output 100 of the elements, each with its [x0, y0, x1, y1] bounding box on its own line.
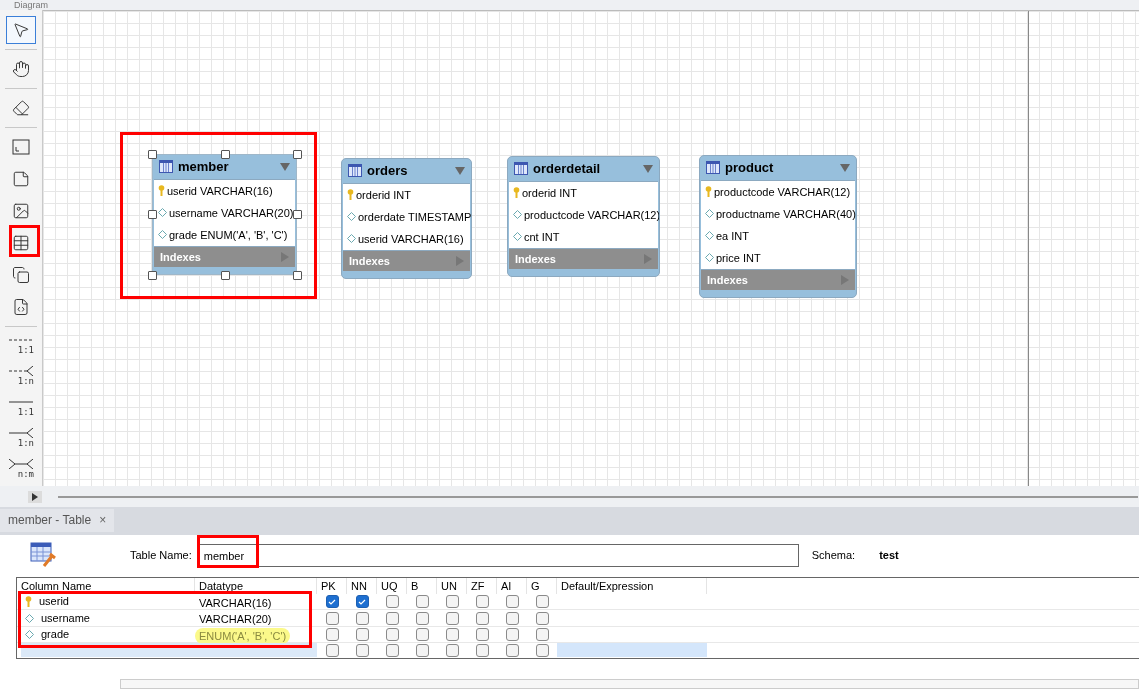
column-header[interactable]: B: [407, 578, 437, 594]
diagram-title: Diagram: [14, 0, 48, 10]
checkbox[interactable]: [535, 595, 549, 609]
checkbox[interactable]: [475, 628, 489, 642]
resize-handle[interactable]: [293, 210, 302, 220]
layer-icon: [12, 138, 30, 155]
pointer-tool[interactable]: [6, 15, 36, 44]
table-icon: [514, 162, 528, 176]
checkbox[interactable]: [535, 628, 549, 642]
checkbox[interactable]: [475, 595, 489, 609]
resize-handle[interactable]: [220, 149, 230, 159]
entity-table[interactable]: orderdetail orderid INT productcode VARCHAR(12) cnt INT Indexes: [507, 155, 660, 277]
table-icon: [706, 161, 720, 175]
entity-table[interactable]: member userid VARCHAR(16) username VARCHAR(20) grade ENUM('A', 'B', 'C') Indexes: [152, 153, 297, 275]
checkbox[interactable]: [385, 595, 399, 609]
checkbox[interactable]: [385, 611, 399, 625]
column-header[interactable]: PK: [317, 578, 347, 594]
check-icon: [328, 598, 336, 605]
column-header[interactable]: ZF: [467, 578, 497, 594]
entity-table[interactable]: product productcode VARCHAR(12) productname VARCHAR(40) ea INT price INT Indexes: [699, 154, 857, 298]
dropdown-icon: [280, 162, 290, 171]
scrollbar-track[interactable]: [120, 679, 1139, 689]
close-icon[interactable]: ×: [99, 511, 107, 530]
resize-handle[interactable]: [220, 270, 230, 280]
column-header[interactable]: NN: [347, 578, 377, 594]
checkbox[interactable]: [505, 628, 519, 642]
column-label: ea INT: [716, 228, 749, 244]
table-name-field[interactable]: member: [198, 544, 799, 568]
checkbox[interactable]: [355, 628, 369, 642]
checkbox[interactable]: [505, 595, 519, 609]
editor-tab[interactable]: member - Table ×: [0, 509, 115, 532]
entity-name: orderdetail: [533, 160, 601, 179]
pointer-icon: [12, 20, 30, 39]
checkbox[interactable]: [325, 611, 339, 625]
checkbox[interactable]: [445, 628, 459, 642]
resize-handle[interactable]: [293, 149, 302, 159]
column-label: userid VARCHAR(16): [358, 231, 464, 247]
table-icon: [159, 160, 173, 174]
checkbox[interactable]: [385, 628, 399, 642]
table-name-label: Table Name:: [130, 547, 192, 563]
relationship-tool[interactable]: 1:1: [6, 329, 36, 361]
table-cell-text: username: [41, 611, 90, 626]
table-cell-text: VARCHAR(20): [198, 612, 273, 628]
checkbox[interactable]: [475, 611, 489, 625]
column-header[interactable]: G: [527, 578, 557, 594]
checkbox[interactable]: [445, 644, 459, 657]
checkbox[interactable]: [355, 644, 369, 657]
checkbox[interactable]: [385, 644, 399, 657]
checkbox[interactable]: [535, 644, 549, 657]
relationship-icon: [9, 459, 33, 470]
checkbox[interactable]: [535, 611, 549, 625]
scroll-button[interactable]: [28, 490, 42, 503]
column-label: price INT: [716, 250, 761, 266]
checkbox[interactable]: [325, 595, 339, 609]
entity-name: member: [178, 158, 229, 177]
checkbox[interactable]: [325, 644, 339, 657]
checkbox[interactable]: [505, 644, 519, 657]
checkbox[interactable]: [355, 595, 369, 609]
resize-handle[interactable]: [148, 149, 157, 159]
checkbox[interactable]: [415, 595, 429, 609]
eraser-icon: [12, 98, 30, 117]
resize-handle[interactable]: [148, 270, 157, 280]
checkbox[interactable]: [325, 628, 339, 642]
indexes-label: Indexes: [349, 253, 390, 269]
relationship-icon: [9, 366, 33, 377]
resize-handle[interactable]: [293, 270, 302, 280]
relationship-tool[interactable]: n:m: [6, 453, 36, 485]
column-header[interactable]: AI: [497, 578, 527, 594]
routine-icon: [12, 297, 30, 316]
table-icon: [348, 164, 362, 178]
column-header[interactable]: Default/Expression: [557, 578, 707, 594]
column-header[interactable]: Datatype: [195, 578, 317, 594]
column-label: productname VARCHAR(40): [716, 206, 856, 222]
column-label: orderid INT: [356, 187, 412, 203]
indexes-label: Indexes: [707, 272, 748, 288]
table-cell-text: grade: [41, 627, 70, 643]
play-icon: [32, 492, 38, 501]
checkbox[interactable]: [355, 611, 369, 625]
checkbox[interactable]: [415, 611, 429, 625]
checkbox[interactable]: [475, 644, 489, 657]
relationship-tool[interactable]: 1:n: [6, 360, 36, 392]
entity-table[interactable]: orders orderid INT orderdate TIMESTAMP userid VARCHAR(16) Indexes: [341, 157, 472, 279]
entity-name: product: [725, 159, 774, 178]
checkbox[interactable]: [415, 644, 429, 657]
checkbox[interactable]: [445, 595, 459, 609]
relationship-tool[interactable]: 1:n: [6, 422, 36, 454]
checkbox[interactable]: [445, 611, 459, 625]
note-icon: [12, 169, 30, 188]
column-header[interactable]: Column Name: [17, 578, 195, 594]
relationship-tool[interactable]: 1:1: [6, 391, 36, 423]
tables-icon: [12, 265, 30, 284]
default-cell[interactable]: [557, 643, 707, 658]
checkbox[interactable]: [505, 611, 519, 625]
dropdown-icon: [643, 164, 653, 173]
column-label: productcode VARCHAR(12): [714, 184, 851, 200]
table-icon: [12, 233, 30, 252]
column-header[interactable]: UQ: [377, 578, 407, 594]
resize-handle[interactable]: [148, 210, 157, 220]
column-header[interactable]: UN: [437, 578, 467, 594]
checkbox[interactable]: [415, 628, 429, 642]
